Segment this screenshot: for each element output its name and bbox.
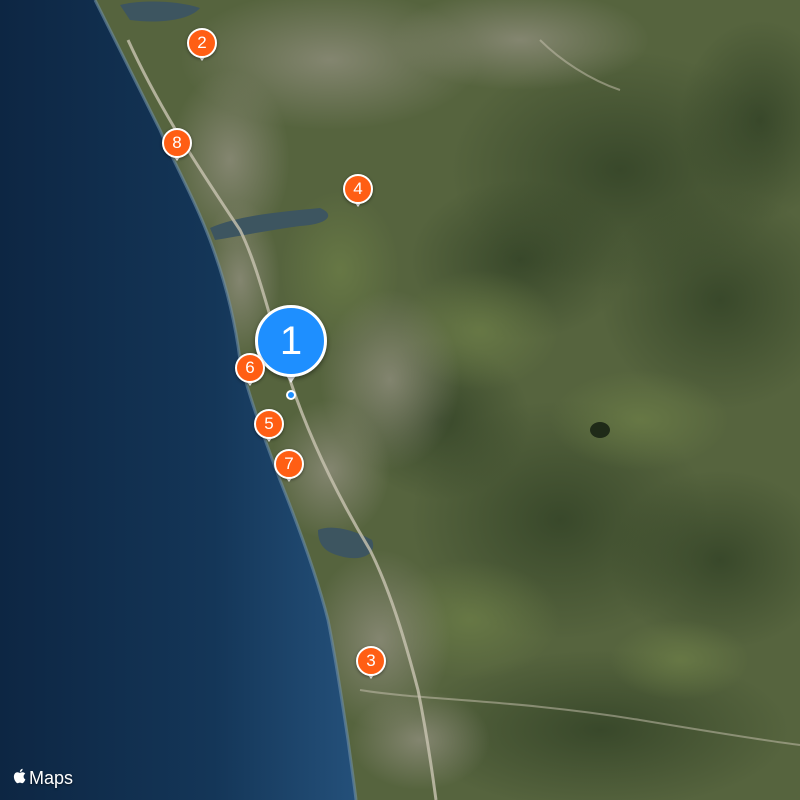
apple-logo-icon [12,767,28,790]
pin-badge: 5 [254,409,284,439]
pin-badge: 2 [187,28,217,58]
pin-badge: 7 [274,449,304,479]
pin-badge: 3 [356,646,386,676]
attribution-text: Maps [29,768,74,788]
satellite-imagery [0,0,800,800]
pin-badge: 8 [162,128,192,158]
maps-attribution[interactable]: Maps [12,767,73,790]
location-dot [286,390,296,400]
reservoir [590,422,610,438]
pin-badge: 6 [235,353,265,383]
map-view[interactable]: 1 2 3 4 5 6 7 8 Maps [0,0,800,800]
pin-badge: 4 [343,174,373,204]
pin-badge: 1 [255,305,327,377]
